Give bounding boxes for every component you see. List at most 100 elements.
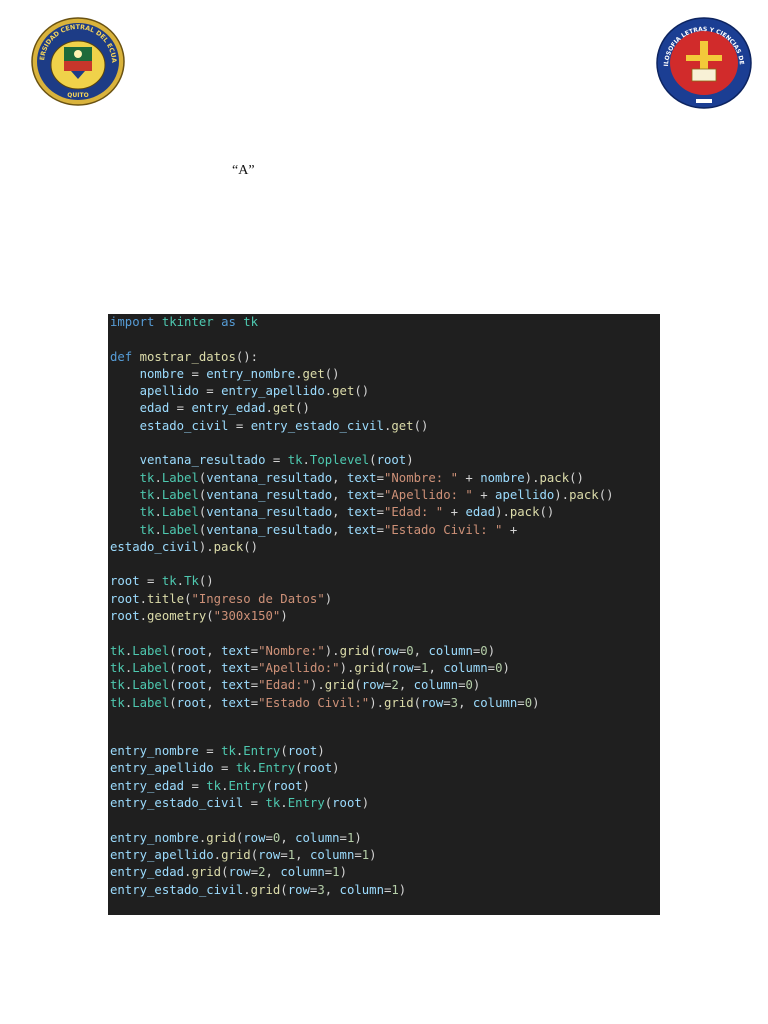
code-token-var: root	[176, 660, 207, 675]
code-token-fn: pack	[509, 505, 540, 520]
code-token-mod: Label	[132, 660, 170, 675]
code-token-plain: =	[250, 660, 259, 675]
code-token-num: 1	[287, 847, 296, 862]
code-token-plain: =	[376, 522, 384, 537]
code-token-plain: =	[376, 487, 384, 502]
code-token-kw: as	[221, 315, 236, 329]
code-token-plain: (	[206, 609, 214, 624]
code-token-var: ventana_resultado	[206, 505, 333, 520]
code-token-plain: )	[398, 882, 407, 897]
code-token-var: column	[280, 865, 325, 880]
code-token-plain: ,	[324, 882, 340, 897]
code-token-fn: title	[147, 591, 185, 606]
code-line: tk.Label(ventana_resultado, text="Edad: …	[108, 504, 660, 521]
code-line: tk.Label(ventana_resultado, text="Apelli…	[108, 487, 660, 504]
code-token-plain: ).	[495, 505, 510, 520]
code-token-plain: =	[376, 470, 384, 485]
code-token-plain: =	[339, 830, 347, 845]
code-token-plain: ()	[324, 366, 340, 381]
code-token-num: 3	[317, 882, 325, 897]
code-token-kw: import	[110, 315, 155, 329]
code-token-num: 0	[406, 643, 414, 658]
code-token-plain: =	[280, 847, 288, 862]
code-token-mod: Label	[132, 678, 170, 693]
code-token-plain: =	[250, 643, 259, 658]
code-token-plain: (	[169, 643, 177, 658]
code-line: tk.Label(ventana_resultado, text="Nombre…	[108, 470, 660, 487]
code-line: apellido = entry_apellido.get()	[108, 383, 660, 400]
code-token-str: "Nombre: "	[383, 470, 459, 485]
code-token-plain: ).	[524, 470, 540, 485]
code-token-plain: ,	[206, 678, 222, 693]
code-token-plain: .	[176, 574, 185, 589]
code-token-plain: ,	[295, 847, 310, 862]
code-line: entry_apellido = tk.Entry(root)	[108, 760, 660, 777]
code-token-plain: ).	[369, 695, 384, 710]
code-token-var: row	[421, 695, 444, 710]
code-token-fn: grid	[354, 660, 384, 675]
code-token-var: root	[110, 574, 140, 589]
code-token-num: 2	[258, 865, 266, 880]
code-token-plain: =	[517, 695, 525, 710]
code-token-plain: ()	[243, 539, 259, 554]
code-token-var: row	[243, 830, 266, 845]
code-token-plain: ,	[332, 505, 347, 520]
code-token-plain: (	[295, 761, 303, 776]
code-token-var: text	[221, 643, 251, 658]
code-token-fn: grid	[206, 830, 236, 845]
code-token-num: 1	[391, 882, 399, 897]
code-token-fn: grid	[339, 643, 370, 658]
code-line: root.title("Ingreso de Datos")	[108, 591, 660, 608]
code-token-var: row	[228, 865, 251, 880]
code-token-plain: .	[154, 522, 162, 537]
code-token-var: nombre	[139, 366, 185, 381]
code-token-plain: (	[354, 678, 362, 693]
code-token-mod: Entry	[243, 744, 281, 759]
code-token-plain: =	[376, 505, 384, 520]
code-token-var: root	[302, 761, 333, 776]
code-token-var: edad	[465, 505, 496, 520]
code-token-plain: =	[265, 830, 273, 845]
code-spacer	[108, 729, 660, 743]
code-token-mod: tk	[265, 796, 281, 811]
code-line: tk.Label(root, text="Edad:").grid(row=2,…	[108, 677, 660, 694]
code-token-str: "Estado Civil:"	[258, 695, 370, 710]
code-token-mod: Tk	[184, 574, 199, 589]
code-token-mod: tk	[235, 761, 251, 776]
code-token-var: root	[376, 453, 407, 468]
code-token-var: entry_estado_civil	[110, 796, 244, 811]
code-token-plain: )	[339, 865, 347, 880]
code-token-mod: Label	[161, 522, 199, 537]
code-token-fn: get	[332, 384, 355, 399]
code-token-plain: =	[184, 366, 207, 381]
code-token-var: entry_apellido	[221, 384, 325, 399]
code-token-mod: tk	[287, 453, 303, 468]
code-token-mod: tk	[110, 660, 125, 675]
code-token-plain: =	[213, 761, 236, 776]
universidad-central-logo: UNIVERSIDAD CENTRAL DEL ECUADOR QUITO	[31, 17, 125, 106]
code-token-var: text	[221, 660, 251, 675]
code-token-plain: )	[317, 744, 325, 759]
code-token-var: nombre	[480, 470, 525, 485]
code-token-var: apellido	[139, 384, 199, 399]
code-token-plain: )	[324, 591, 333, 606]
facultad-filosofia-logo: FACULTAD DE FILOSOFIA LETRAS Y CIENCIAS …	[656, 17, 752, 109]
section-label: “A”	[232, 163, 255, 178]
code-token-mod: tk	[221, 744, 236, 759]
code-line: tk.Label(root, text="Estado Civil:").gri…	[108, 695, 660, 712]
code-token-plain: (	[169, 660, 177, 675]
code-token-plain: .	[154, 505, 162, 520]
code-token-plain: ():	[235, 349, 259, 364]
code-line: tk.Label(root, text="Apellido:").grid(ro…	[108, 660, 660, 677]
code-line: estado_civil).pack()	[108, 539, 660, 556]
code-token-plain: ).	[324, 643, 340, 658]
